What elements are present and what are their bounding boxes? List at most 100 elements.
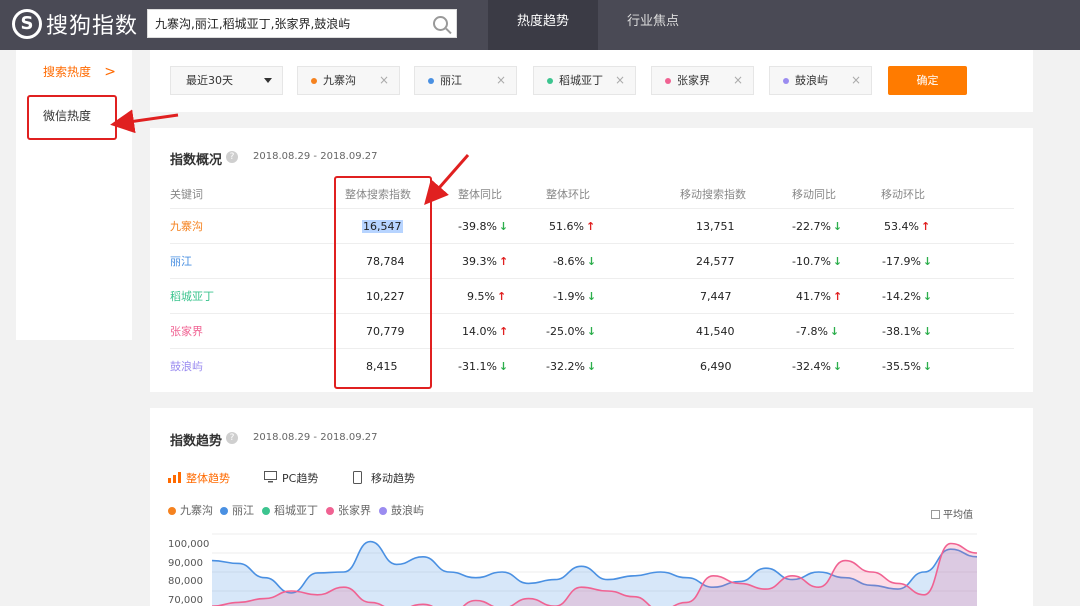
total-mom-cell: -32.2% ↓ [546, 349, 596, 384]
value-text: -1.9% [553, 290, 585, 303]
table-row: 丽江 78,784 39.3% ↑ -8.6% ↓ 24,577 -10.7% ↓ -… [170, 243, 1014, 278]
value-text: -25.0% [546, 325, 585, 338]
column-header: 移动同比 [792, 188, 836, 201]
checkbox-icon [931, 510, 940, 519]
confirm-button[interactable]: 确定 [888, 66, 967, 95]
y-tick-label: 100,000 [168, 539, 210, 550]
tab-overall-trend[interactable]: 整体趋势 [168, 470, 230, 486]
tab-label: 整体趋势 [186, 472, 230, 485]
legend-item[interactable]: 九寨沟 [168, 502, 213, 518]
total-mom-cell: 51.6% ↑ [549, 209, 595, 244]
color-dot-icon [665, 78, 671, 84]
sidebar-item-search-heat[interactable]: 搜索热度 > [16, 50, 132, 94]
help-icon[interactable]: ? [226, 432, 238, 444]
date-range: 2018.08.29 - 2018.09.27 [253, 151, 378, 162]
close-icon[interactable]: × [615, 67, 625, 94]
arrow-up-icon: ↑ [496, 290, 507, 303]
value-text: 39.3% [462, 255, 497, 268]
table-row: 张家界 70,779 14.0% ↑ -25.0% ↓ 41,540 -7.8% ↓ … [170, 313, 1014, 348]
mobile-yoy-cell: -7.8% ↓ [796, 314, 839, 349]
column-header: 整体同比 [458, 188, 502, 201]
annotation-highlight-box [334, 176, 432, 389]
legend-dot-icon [326, 507, 334, 515]
arrow-down-icon: ↓ [832, 220, 843, 233]
average-toggle[interactable]: 平均值 [931, 506, 973, 521]
search-input[interactable] [148, 10, 428, 37]
trend-panel: 指数趋势 ? 2018.08.29 - 2018.09.27 整体趋势 PC趋势… [150, 408, 1033, 606]
legend-item[interactable]: 稻城亚丁 [262, 502, 318, 518]
search-box [147, 9, 457, 38]
legend-label: 九寨沟 [180, 504, 213, 517]
keyword-link[interactable]: 稻城亚丁 [170, 279, 214, 314]
mobile-yoy-cell: 41.7% ↑ [796, 279, 842, 314]
tab-pc-trend[interactable]: PC趋势 [264, 470, 318, 486]
total-yoy-cell: 39.3% ↑ [462, 244, 508, 279]
mobile-index-cell: 6,490 [700, 360, 732, 373]
sidebar-item-label: 搜索热度 [43, 65, 92, 79]
column-header: 整体环比 [546, 188, 590, 201]
chevron-right-icon: > [104, 64, 116, 80]
mobile-index-cell: 41,540 [696, 325, 735, 338]
keyword-link[interactable]: 张家界 [170, 314, 203, 349]
phone-icon [353, 471, 362, 484]
value-text: -10.7% [792, 255, 831, 268]
legend-item[interactable]: 鼓浪屿 [379, 502, 424, 518]
total-yoy-cell: 14.0% ↑ [462, 314, 508, 349]
close-icon[interactable]: × [733, 67, 743, 94]
legend-item[interactable]: 丽江 [220, 502, 254, 518]
arrow-up-icon: ↑ [585, 220, 596, 233]
search-icon[interactable] [433, 16, 448, 31]
close-icon[interactable]: × [496, 67, 506, 94]
help-icon[interactable]: ? [226, 151, 238, 163]
keyword-link[interactable]: 九寨沟 [170, 209, 203, 244]
mobile-yoy-cell: -32.4% ↓ [792, 349, 842, 384]
arrow-down-icon: ↓ [498, 360, 509, 373]
total-yoy-cell: -39.8% ↓ [458, 209, 508, 244]
legend-dot-icon [379, 507, 387, 515]
y-tick-label: 90,000 [168, 558, 203, 569]
caret-down-icon [264, 78, 272, 83]
tab-label: 移动趋势 [371, 472, 415, 485]
keyword-chip: 九寨沟 × [297, 66, 400, 95]
legend-dot-icon [168, 507, 176, 515]
legend-item[interactable]: 张家界 [326, 502, 371, 518]
keyword-chip-label: 九寨沟 [323, 74, 356, 87]
mobile-mom-cell: -38.1% ↓ [882, 314, 932, 349]
arrow-down-icon: ↓ [832, 360, 843, 373]
logo-text: 搜狗指数 [46, 14, 139, 39]
date-range: 2018.08.29 - 2018.09.27 [253, 432, 378, 443]
total-yoy-cell: 9.5% ↑ [467, 279, 506, 314]
bar-chart-icon [168, 472, 181, 483]
panel-title: 指数趋势 [170, 434, 223, 449]
mobile-mom-cell: -14.2% ↓ [882, 279, 932, 314]
arrow-down-icon: ↓ [922, 325, 933, 338]
arrow-up-icon: ↑ [832, 290, 843, 303]
keyword-link[interactable]: 鼓浪屿 [170, 349, 203, 384]
value-text: -17.9% [882, 255, 921, 268]
keyword-chip-label: 张家界 [677, 74, 710, 87]
total-mom-cell: -25.0% ↓ [546, 314, 596, 349]
color-dot-icon [428, 78, 434, 84]
mobile-index-cell: 13,751 [696, 220, 735, 233]
trend-chart [212, 533, 977, 606]
value-text: 53.4% [884, 220, 919, 233]
arrow-down-icon: ↓ [498, 220, 509, 233]
arrow-down-icon: ↓ [586, 325, 597, 338]
overview-panel: 指数概况 ? 2018.08.29 - 2018.09.27 关键词 整体搜索指… [150, 128, 1033, 392]
arrow-down-icon: ↓ [586, 360, 597, 373]
table-row: 九寨沟 16,547 -39.8% ↓ 51.6% ↑ 13,751 -22.7% ↓… [170, 208, 1014, 243]
close-icon[interactable]: × [851, 67, 861, 94]
arrow-down-icon: ↓ [922, 290, 933, 303]
sogou-index-logo[interactable]: S 搜狗指数 [12, 8, 138, 40]
tab-industry-focus[interactable]: 行业焦点 [598, 0, 708, 50]
close-icon[interactable]: × [379, 67, 389, 94]
legend-label: 张家界 [338, 504, 371, 517]
arrow-up-icon: ↑ [920, 220, 931, 233]
sidebar: 搜索热度 > 微信热度 [16, 50, 132, 340]
column-header: 移动搜索指数 [680, 188, 746, 201]
keyword-link[interactable]: 丽江 [170, 244, 192, 279]
tab-heat-trend[interactable]: 热度趋势 [488, 0, 598, 50]
filter-bar: 最近30天 九寨沟 × 丽江 × 稻城亚丁 × 张家界 × 鼓浪屿 × 确定 [150, 50, 1033, 112]
period-select[interactable]: 最近30天 [170, 66, 283, 95]
tab-mobile-trend[interactable]: 移动趋势 [353, 470, 415, 486]
